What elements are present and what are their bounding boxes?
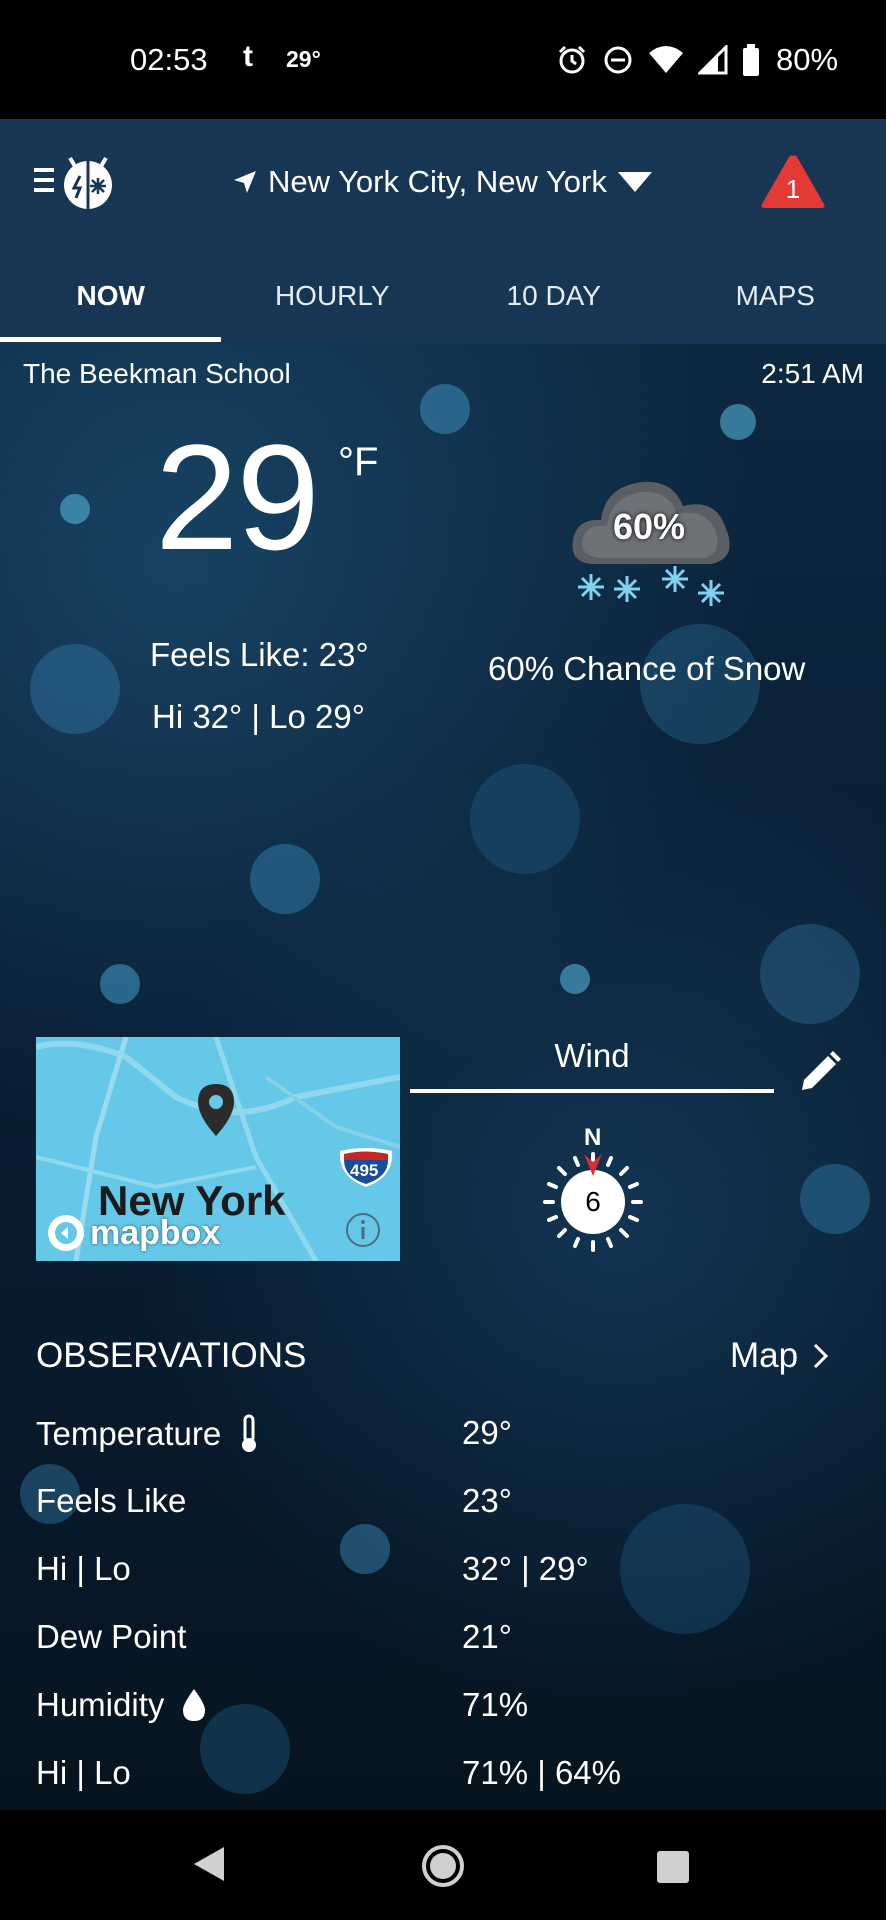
radar-map-thumbnail[interactable]: 495 New York mapbox [36,1037,400,1261]
status-bar: 02:53 t 29° 80% [0,0,886,119]
wind-label: Wind [554,1037,630,1074]
menu-logo-icon [34,156,112,209]
mapbox-icon [48,1215,84,1251]
observation-value: 29° [462,1414,512,1451]
temperature-unit: °F [338,440,379,484]
location-arrow-icon [234,171,256,193]
condition-text: 60% Chance of Snow [488,650,806,687]
observation-label: Temperature [36,1415,222,1452]
observation-row: Hi | Lo 32° | 29° [36,1550,856,1596]
observation-value: 32° | 29° [462,1550,589,1587]
status-icons: 80% [556,42,838,78]
feels-like: Feels Like: 23° [150,636,369,673]
highway-shield-icon: 495 [338,1147,394,1194]
tumblr-notification-icon: t [243,40,253,73]
chevron-right-icon [814,1343,829,1369]
observation-value: 71% [462,1686,529,1723]
thermometer-icon [242,1414,257,1452]
observation-label: Dew Point [36,1618,187,1655]
tab-hourly[interactable]: HOURLY [222,270,444,344]
current-temperature: 29 [155,413,320,581]
observation-label: Feels Like [36,1482,187,1519]
status-temperature: 29° [286,46,321,72]
wifi-icon [649,46,683,73]
recents-icon[interactable] [655,1849,691,1885]
observations-map-link[interactable]: Map [730,1336,830,1376]
observation-value: 23° [462,1482,512,1519]
status-time: 02:53 [130,42,208,77]
droplet-icon [183,1689,206,1721]
precip-percent: 60% [613,506,686,547]
observation-row: Temperature 29° [36,1414,856,1460]
alert-count: 1 [785,174,801,204]
observation-label: Humidity [36,1686,165,1723]
hi-lo: Hi 32° | Lo 29° [152,698,365,735]
tab-10-day[interactable]: 10 DAY [443,270,665,344]
mapbox-brand: mapbox [90,1213,221,1252]
tab-now[interactable]: NOW [0,270,222,344]
observation-row: Feels Like 23° [36,1482,856,1528]
highway-number: 495 [350,1161,379,1180]
observation-row: Humidity 71% [36,1686,856,1732]
observation-row: Hi | Lo 71% | 64% [36,1754,856,1800]
do-not-disturb-icon [604,46,632,74]
active-tab-indicator [0,337,221,342]
observation-row: Dew Point 21° [36,1618,856,1664]
back-icon[interactable] [192,1845,226,1883]
mapbox-logo: mapbox [46,1213,220,1253]
battery-icon [743,44,759,76]
battery-percent: 80% [776,42,839,77]
location-selector[interactable]: New York City, New York [232,160,653,204]
map-link-label: Map [730,1336,799,1375]
home-icon[interactable] [421,1844,465,1888]
cell-signal-icon [698,45,728,75]
wind-divider [410,1089,774,1093]
menu-button[interactable] [34,154,118,217]
info-icon[interactable] [345,1212,381,1248]
location-name: New York City, New York [268,164,607,199]
tab-maps[interactable]: MAPS [665,270,886,344]
current-conditions-panel: The Beekman School 2:51 AM 29 °F Feels L… [0,344,886,1810]
observation-time: 2:51 AM [761,358,864,389]
wind-direction: N [584,1124,602,1151]
tab-bar: NOW HOURLY 10 DAY MAPS [0,270,886,344]
snow-cloud-icon: 60% [565,454,745,619]
wind-speed: 6 [585,1186,601,1217]
alarm-icon [558,45,586,74]
alert-button[interactable]: 1 [760,154,826,210]
observations-title: OBSERVATIONS [36,1336,307,1375]
edit-pencil-icon[interactable] [798,1050,842,1094]
observation-label: Hi | Lo [36,1550,131,1587]
station-name: The Beekman School [23,358,291,389]
observation-value: 21° [462,1618,512,1655]
dropdown-caret-icon [617,172,652,192]
map-pin-icon [198,1084,234,1136]
wind-compass: N 6 [540,1124,646,1261]
observation-label: Hi | Lo [36,1754,131,1791]
observation-value: 71% | 64% [462,1754,622,1791]
